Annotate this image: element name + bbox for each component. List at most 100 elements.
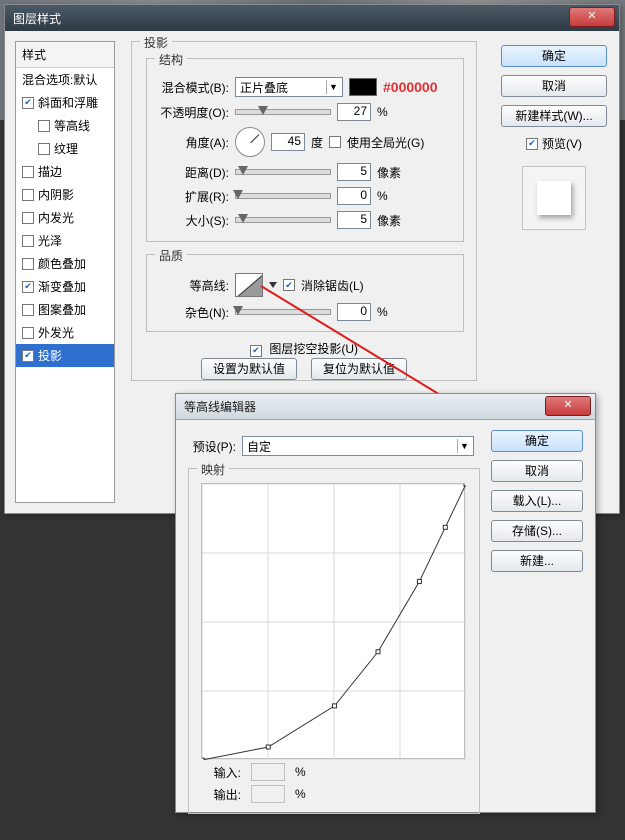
- chevron-down-icon: ▼: [326, 80, 340, 94]
- size-slider[interactable]: [235, 217, 331, 223]
- layer-style-title: 图层样式: [13, 10, 61, 27]
- antialias-checkbox[interactable]: [283, 279, 295, 291]
- style-item-10[interactable]: 外发光: [16, 321, 114, 344]
- layer-style-titlebar[interactable]: 图层样式: [5, 5, 619, 31]
- style-item-label: 颜色叠加: [38, 255, 86, 272]
- style-item-label: 光泽: [38, 232, 62, 249]
- chevron-down-icon: ▼: [457, 439, 471, 453]
- blend-mode-label: 混合模式(B):: [157, 79, 229, 96]
- contour-label: 等高线:: [157, 277, 229, 294]
- style-item-checkbox[interactable]: [22, 235, 34, 247]
- style-item-label: 等高线: [54, 117, 90, 134]
- input-label: 输入:: [201, 764, 241, 781]
- style-item-checkbox[interactable]: [22, 189, 34, 201]
- spread-slider[interactable]: [235, 193, 331, 199]
- quality-label: 品质: [155, 247, 187, 264]
- style-item-6[interactable]: 光泽: [16, 229, 114, 252]
- preview-thumbnail: [522, 166, 586, 230]
- style-item-2[interactable]: 纹理: [16, 137, 114, 160]
- style-item-checkbox[interactable]: [38, 120, 50, 132]
- preset-label: 预设(P):: [188, 438, 236, 455]
- input-value[interactable]: [251, 763, 285, 781]
- style-item-label: 外发光: [38, 324, 74, 341]
- style-item-checkbox[interactable]: [22, 281, 34, 293]
- style-item-11[interactable]: 投影: [16, 344, 114, 367]
- mapping-group: 映射 输入: % 输出: %: [188, 468, 480, 814]
- structure-label: 结构: [155, 51, 187, 68]
- contour-curve-editor[interactable]: [201, 483, 465, 759]
- style-item-label: 描边: [38, 163, 62, 180]
- style-item-label: 图案叠加: [38, 301, 86, 318]
- size-input[interactable]: 5: [337, 211, 371, 229]
- contour-cancel-button[interactable]: 取消: [491, 460, 583, 482]
- style-item-checkbox[interactable]: [22, 258, 34, 270]
- style-item-3[interactable]: 描边: [16, 160, 114, 183]
- new-style-button[interactable]: 新建样式(W)...: [501, 105, 607, 127]
- contour-editor-dialog: 等高线编辑器 预设(P): 自定▼ 映射 输入: % 输出:: [175, 393, 596, 813]
- style-item-4[interactable]: 内阴影: [16, 183, 114, 206]
- opacity-input[interactable]: 27: [337, 103, 371, 121]
- angle-input[interactable]: 45: [271, 133, 305, 151]
- angle-label: 角度(A):: [157, 134, 229, 151]
- contour-new-button[interactable]: 新建...: [491, 550, 583, 572]
- mapping-label: 映射: [197, 461, 229, 478]
- knockout-checkbox[interactable]: [250, 345, 262, 357]
- preview-label: 预览(V): [542, 135, 582, 152]
- shadow-color-swatch[interactable]: [349, 78, 377, 96]
- style-item-5[interactable]: 内发光: [16, 206, 114, 229]
- noise-slider[interactable]: [235, 309, 331, 315]
- contour-save-button[interactable]: 存储(S)...: [491, 520, 583, 542]
- structure-group: 结构 混合模式(B): 正片叠底▼ #000000 不透明度(O): 27: [146, 58, 464, 242]
- style-item-checkbox[interactable]: [22, 304, 34, 316]
- global-light-checkbox[interactable]: [329, 136, 341, 148]
- contour-ok-button[interactable]: 确定: [491, 430, 583, 452]
- style-item-label: 渐变叠加: [38, 278, 86, 295]
- style-item-checkbox[interactable]: [22, 350, 34, 362]
- style-item-checkbox[interactable]: [22, 166, 34, 178]
- style-item-8[interactable]: 渐变叠加: [16, 275, 114, 298]
- antialias-label: 消除锯齿(L): [301, 277, 364, 294]
- reset-default-button[interactable]: 复位为默认值: [311, 358, 407, 380]
- contour-editor-titlebar[interactable]: 等高线编辑器: [176, 394, 595, 420]
- style-item-7[interactable]: 颜色叠加: [16, 252, 114, 275]
- blend-mode-select[interactable]: 正片叠底▼: [235, 77, 343, 97]
- style-item-label: 投影: [38, 347, 62, 364]
- close-icon[interactable]: [569, 7, 615, 27]
- output-label: 输出:: [201, 786, 241, 803]
- spread-input[interactable]: 0: [337, 187, 371, 205]
- angle-dial[interactable]: [235, 127, 265, 157]
- styles-list: 样式 混合选项:默认 斜面和浮雕等高线纹理描边内阴影内发光光泽颜色叠加渐变叠加图…: [15, 41, 115, 503]
- output-value[interactable]: [251, 785, 285, 803]
- global-light-label: 使用全局光(G): [347, 134, 424, 151]
- style-item-label: 内阴影: [38, 186, 74, 203]
- preview-checkbox[interactable]: [526, 138, 538, 150]
- style-item-checkbox[interactable]: [22, 327, 34, 339]
- blend-options-row[interactable]: 混合选项:默认: [16, 68, 114, 91]
- ok-button[interactable]: 确定: [501, 45, 607, 67]
- shadow-group-label: 投影: [140, 34, 172, 51]
- style-item-0[interactable]: 斜面和浮雕: [16, 91, 114, 114]
- dialog-side-buttons: 确定 取消 新建样式(W)... 预览(V): [501, 45, 607, 230]
- distance-input[interactable]: 5: [337, 163, 371, 181]
- close-icon[interactable]: [545, 396, 591, 416]
- opacity-slider[interactable]: [235, 109, 331, 115]
- style-item-checkbox[interactable]: [22, 212, 34, 224]
- style-item-checkbox[interactable]: [38, 143, 50, 155]
- style-item-checkbox[interactable]: [22, 97, 34, 109]
- contour-load-button[interactable]: 载入(L)...: [491, 490, 583, 512]
- opacity-label: 不透明度(O):: [157, 104, 229, 121]
- chevron-down-icon[interactable]: [269, 282, 277, 288]
- cancel-button[interactable]: 取消: [501, 75, 607, 97]
- style-item-label: 内发光: [38, 209, 74, 226]
- distance-label: 距离(D):: [157, 164, 229, 181]
- noise-label: 杂色(N):: [157, 304, 229, 321]
- style-item-1[interactable]: 等高线: [16, 114, 114, 137]
- size-label: 大小(S):: [157, 212, 229, 229]
- set-default-button[interactable]: 设置为默认值: [201, 358, 297, 380]
- noise-input[interactable]: 0: [337, 303, 371, 321]
- contour-picker[interactable]: [235, 273, 263, 297]
- distance-slider[interactable]: [235, 169, 331, 175]
- style-item-9[interactable]: 图案叠加: [16, 298, 114, 321]
- preset-select[interactable]: 自定▼: [242, 436, 474, 456]
- quality-group: 品质 等高线: 消除锯齿(L) 杂色(N): 0: [146, 254, 464, 332]
